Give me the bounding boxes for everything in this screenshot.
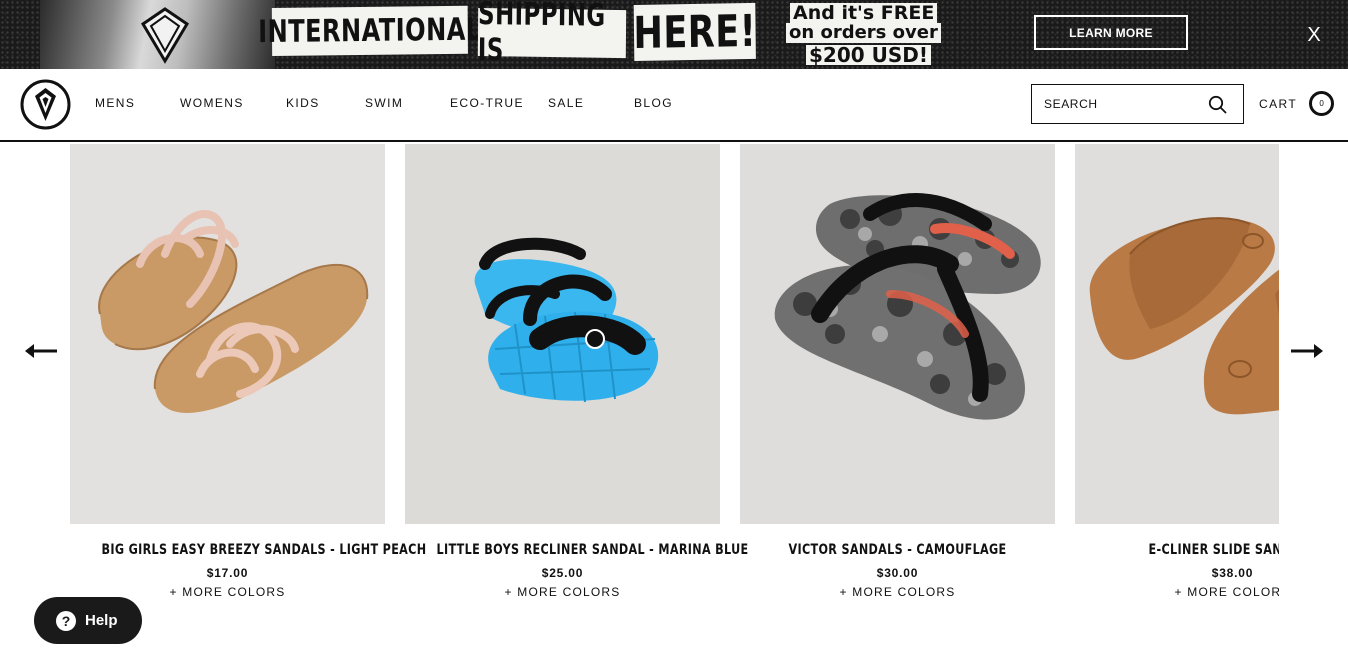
nav-item-kids[interactable]: KIDS [286,96,365,110]
nav-item-blog[interactable]: BLOG [634,96,684,110]
product-card: VICTOR SANDALS - CAMOUFLAGE $30.00 + MOR… [740,144,1055,604]
product-image[interactable] [405,144,720,524]
promo-banner: INTERNATIONAL SHIPPING IS HERE! And it's… [0,0,1348,69]
product-card: LITTLE BOYS RECLINER SANDAL - MARINA BLU… [405,144,749,604]
cart-count-badge: 0 [1309,91,1335,116]
brown-slides-image [1075,144,1279,524]
stone-logo-icon [140,7,190,64]
product-name[interactable]: BIG GIRLS EASY BREEZY SANDALS - LIGHT PE… [102,542,427,558]
promo-free-line-2: on orders over [786,23,941,43]
arrow-left-icon[interactable] [24,341,58,361]
product-price: $25.00 [541,566,584,580]
promo-headline-1: INTERNATIONAL [258,5,482,56]
product-card: E-CLINER SLIDE SANDALS $38.00 + MORE COL… [1075,144,1279,604]
arrow-right-icon[interactable] [1290,341,1324,361]
question-icon: ? [56,610,76,631]
product-price: $17.00 [206,566,249,580]
product-image[interactable] [70,144,385,524]
more-colors-link[interactable]: + MORE COLORS [740,585,1055,599]
product-name[interactable]: VICTOR SANDALS - CAMOUFLAGE [772,542,1024,558]
product-carousel: BIG GIRLS EASY BREEZY SANDALS - LIGHT PE… [0,144,1348,656]
peach-sandals-image [70,144,385,524]
more-colors-link[interactable]: + MORE COLORS [1075,585,1279,599]
volcom-logo-icon[interactable] [20,79,71,130]
learn-more-button[interactable]: LEARN MORE [1034,15,1188,50]
promo-free-shipping: And it's FREE on orders over $200 USD! [786,1,954,67]
more-colors-link[interactable]: + MORE COLORS [405,585,720,599]
product-name[interactable]: E-CLINER SLIDE SANDALS [1107,542,1279,558]
help-button[interactable]: ? Help [34,597,142,644]
nav-item-mens[interactable]: MENS [95,96,180,110]
search-box [1031,84,1244,124]
nav-item-swim[interactable]: SWIM [365,96,450,110]
blue-sandals-image [405,144,720,524]
cart-label: CART [1259,96,1298,111]
main-nav: MENS WOMENS KIDS SWIM ECO-TRUE SALE BLOG [95,96,684,110]
help-label: Help [85,612,118,629]
carousel-track: BIG GIRLS EASY BREEZY SANDALS - LIGHT PE… [70,144,1279,614]
nav-item-eco-true[interactable]: ECO-TRUE [450,96,548,110]
nav-item-sale[interactable]: SALE [548,96,634,110]
search-icon[interactable] [1208,95,1227,114]
product-price: $30.00 [876,566,919,580]
cart-link[interactable]: CART 0 [1259,91,1335,116]
product-card: BIG GIRLS EASY BREEZY SANDALS - LIGHT PE… [70,144,427,604]
nav-item-womens[interactable]: WOMENS [180,96,286,110]
product-name[interactable]: LITTLE BOYS RECLINER SANDAL - MARINA BLU… [437,542,749,558]
promo-free-line-1: And it's FREE [790,3,938,23]
product-price: $38.00 [1211,566,1254,580]
camo-sandals-image [740,144,1055,524]
product-image[interactable] [740,144,1055,524]
promo-headline-2: SHIPPING IS [478,0,627,68]
search-input[interactable] [1044,97,1204,111]
promo-free-line-3: $200 USD! [806,45,931,65]
promo-hands-image [40,0,275,69]
product-image[interactable] [1075,144,1279,524]
close-banner-button[interactable]: X [1303,22,1325,48]
promo-headline-3: HERE! [633,2,756,61]
site-header: MENS WOMENS KIDS SWIM ECO-TRUE SALE BLOG… [0,69,1348,142]
